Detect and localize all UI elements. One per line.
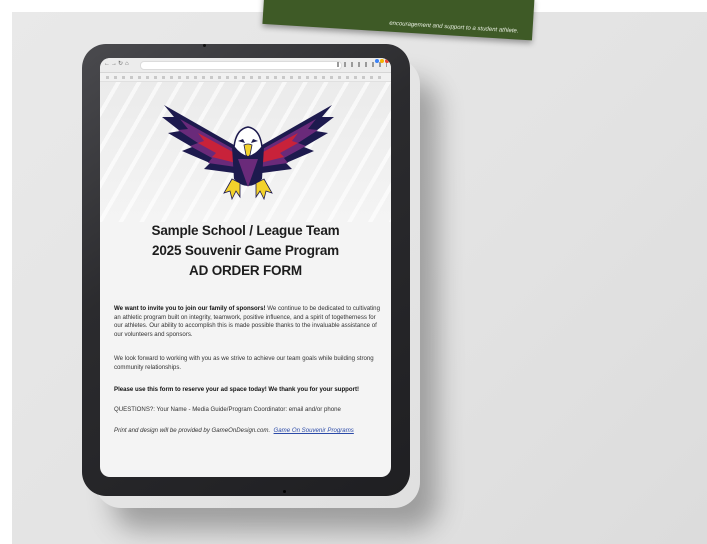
tablet-screen: ← → ↻ ⌂ Sample School / League Team 2025…: [100, 58, 391, 477]
camera-icon: [203, 44, 206, 47]
form-title-line2: 2025 Souvenir Game Program: [152, 243, 339, 258]
questions-paragraph: QUESTIONS?: Your Name - Media Guide/Prog…: [114, 406, 341, 413]
bookmark-items[interactable]: [106, 76, 386, 79]
home-icon[interactable]: ⌂: [125, 60, 129, 68]
toolbar-icons[interactable]: [337, 62, 387, 67]
credit-link[interactable]: Game On Souvenir Programs: [274, 427, 354, 434]
address-bar[interactable]: [140, 61, 342, 70]
cta-paragraph: Please use this form to reserve your ad …: [114, 386, 360, 393]
form-title-line3: AD ORDER FORM: [189, 263, 302, 278]
window-control-icon[interactable]: [380, 59, 384, 63]
credit-paragraph: Print and design will be provided by Gam…: [114, 427, 382, 436]
eagle-mascot-icon: [162, 105, 334, 201]
bookmarks-bar: [100, 73, 391, 82]
browser-toolbar: ← → ↻ ⌂: [100, 58, 391, 73]
window-control-icon[interactable]: [385, 59, 389, 63]
window-control-icon[interactable]: [375, 59, 379, 63]
credit-text: Print and design will be provided by Gam…: [114, 427, 271, 434]
reload-icon[interactable]: ↻: [118, 60, 123, 68]
form-title-line1: Sample School / League Team: [151, 223, 340, 238]
forward-icon[interactable]: →: [111, 60, 117, 68]
back-icon[interactable]: ←: [104, 60, 110, 68]
invite-paragraph: We want to invite you to join our family…: [114, 305, 382, 339]
invite-bold-text: We want to invite you to join our family…: [114, 305, 266, 312]
home-indicator: [283, 490, 286, 493]
look-forward-paragraph: We look forward to working with you as w…: [114, 355, 374, 371]
